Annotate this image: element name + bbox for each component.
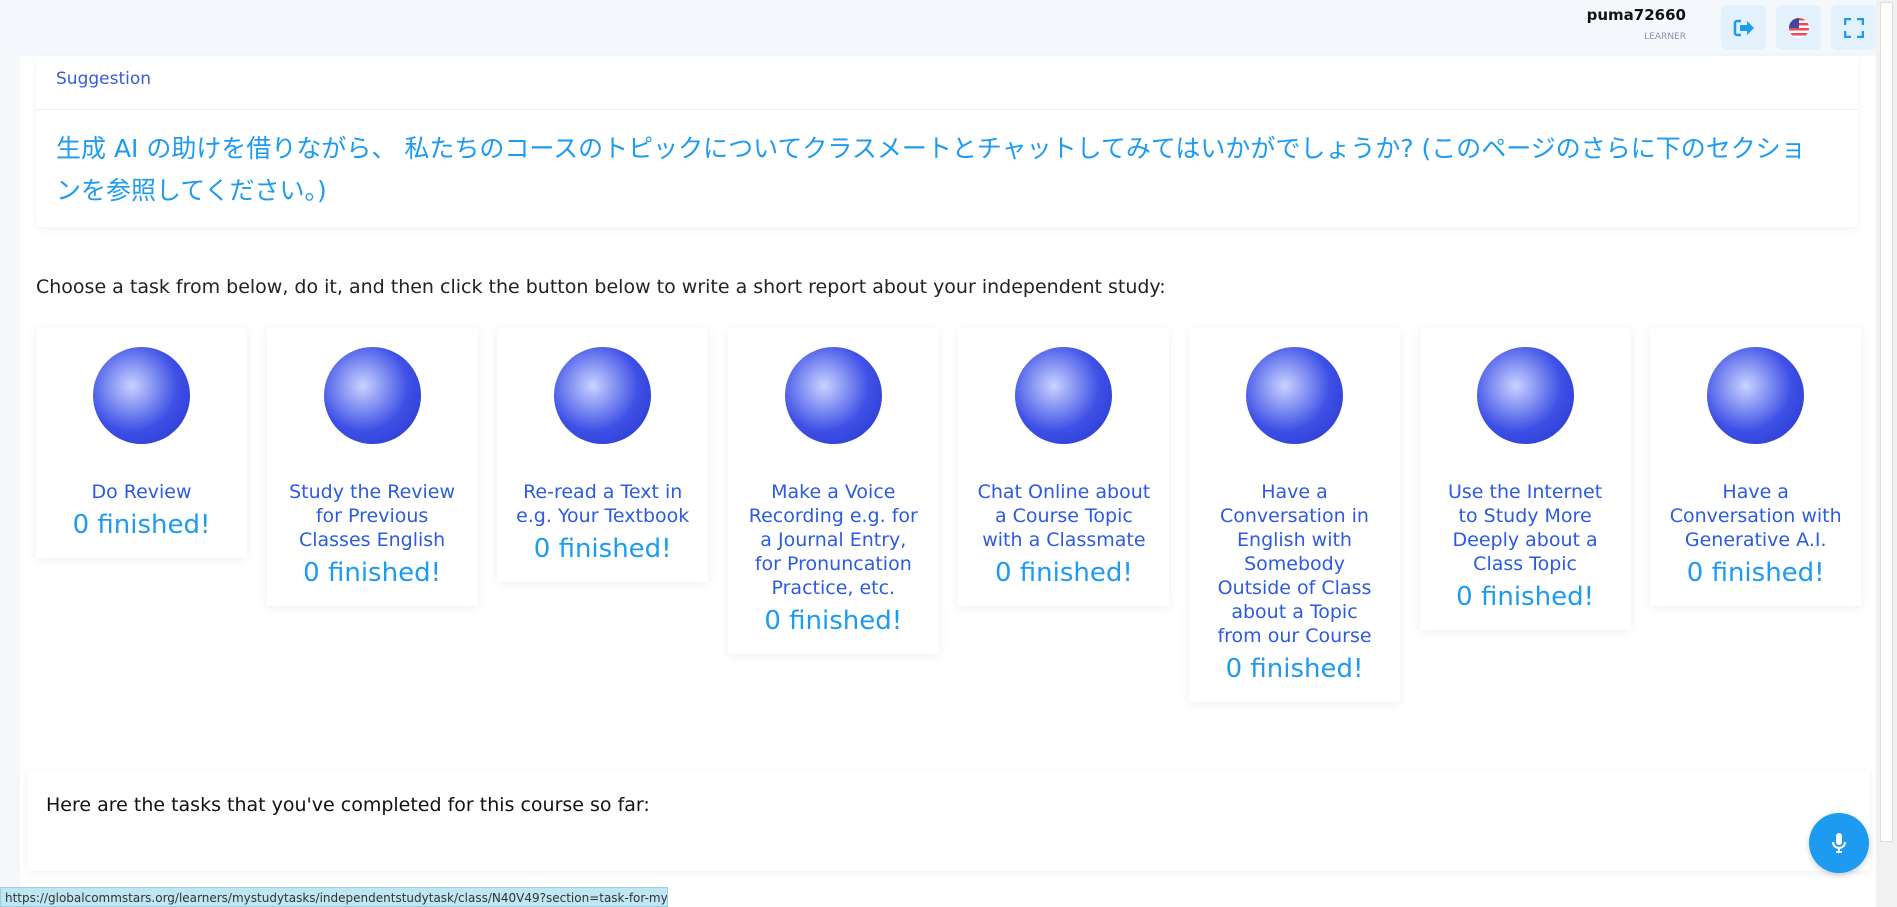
user-role: LEARNER [1644,32,1686,42]
logout-button[interactable] [1721,5,1766,50]
task-image [93,347,190,444]
task-label[interactable]: Study the Review for Previous Classes En… [267,480,478,552]
task-card[interactable]: Have a Conversation in English with Some… [1189,327,1400,702]
instruction-text: Choose a task from below, do it, and the… [36,276,1166,298]
task-card[interactable]: Do Review 0 finished! [36,327,247,558]
task-status: 0 finished! [994,558,1133,588]
task-card[interactable]: Use the Internet to Study More Deeply ab… [1419,327,1631,630]
task-status: 0 finished! [72,510,211,540]
task-image [784,347,882,444]
task-card[interactable]: Chat Online about a Course Topic with a … [958,327,1170,606]
task-image [323,347,421,444]
main-content: Suggestion 生成 AI の助けを借りながら、 私たちのコースのトピック… [20,56,1876,907]
task-image [1015,347,1113,444]
fullscreen-button[interactable] [1831,5,1876,50]
task-label[interactable]: Make a Voice Recording e.g. for a Journa… [728,480,939,600]
task-card[interactable]: Study the Review for Previous Classes En… [266,327,478,606]
suggestion-text: 生成 AI の助けを借りながら、 私たちのコースのトピックについてクラスメートと… [56,134,1806,205]
scrollbar[interactable] [1876,0,1897,907]
task-label[interactable]: Do Review [36,480,247,504]
task-status: 0 finished! [764,606,903,636]
language-button[interactable] [1776,5,1821,50]
task-image [1246,347,1343,444]
suggestion-title: Suggestion [56,69,152,89]
username: puma72660 [1586,6,1686,24]
task-status: 0 finished! [1225,654,1364,684]
task-status: 0 finished! [303,558,442,588]
microphone-icon [1832,833,1846,853]
task-label[interactable]: Have a Conversation with Generative A.I. [1650,480,1861,552]
task-label[interactable]: Have a Conversation in English with Some… [1189,480,1400,648]
task-status: 0 finished! [1456,582,1595,612]
fullscreen-icon [1843,17,1864,38]
us-flag-icon [1788,17,1809,38]
divider [36,109,1858,110]
task-label[interactable]: Chat Online about a Course Topic with a … [958,480,1169,552]
task-card[interactable]: Re-read a Text in e.g. Your Textbook 0 fi… [497,327,709,582]
task-image [1707,347,1805,444]
user-info: puma72660 LEARNER [1587,6,1686,42]
task-label[interactable]: Re-read a Text in e.g. Your Textbook [497,480,708,528]
task-image [554,347,652,444]
completed-tasks-card: Here are the tasks that you've completed… [27,770,1870,871]
task-image [1476,347,1574,444]
task-card[interactable]: Make a Voice Recording e.g. for a Journa… [727,327,939,654]
microphone-button[interactable] [1809,813,1869,873]
top-header: puma72660 LEARNER [0,0,1876,56]
scrollbar-thumb[interactable] [1880,2,1893,842]
logout-icon [1733,19,1754,36]
task-status: 0 finished! [1686,558,1825,588]
status-bar-url: https://globalcommstars.org/learners/mys… [0,887,668,907]
completed-tasks-title: Here are the tasks that you've completed… [46,794,650,816]
task-status: 0 finished! [533,534,672,564]
suggestion-card: Suggestion 生成 AI の助けを借りながら、 私たちのコースのトピック… [36,56,1858,227]
task-label[interactable]: Use the Internet to Study More Deeply ab… [1420,480,1631,576]
task-card[interactable]: Have a Conversation with Generative A.I.… [1650,327,1862,606]
